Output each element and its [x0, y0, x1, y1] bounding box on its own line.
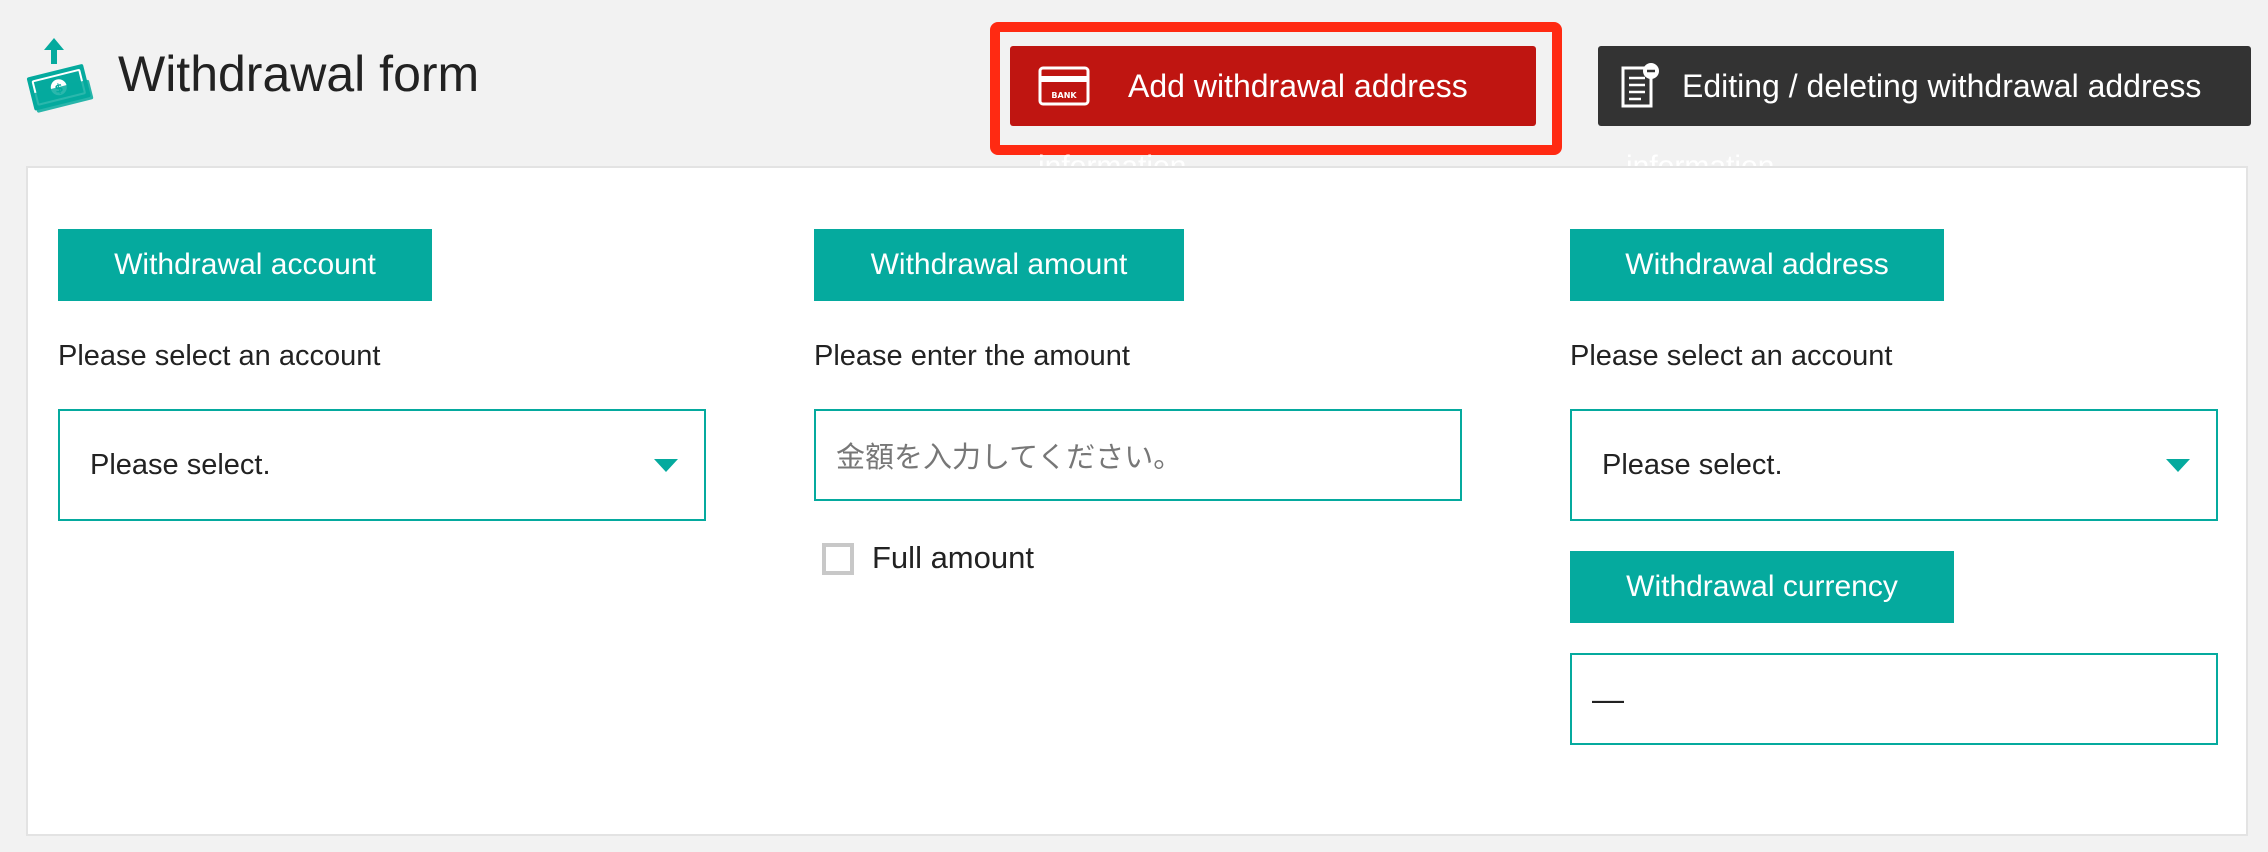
amount-placeholder: 金額を入力してください。	[836, 442, 1183, 474]
bank-card-icon: BANK	[1038, 66, 1090, 106]
amount-input[interactable]: 金額を入力してください。	[814, 409, 1462, 501]
currency-value: —	[1592, 680, 1624, 717]
chevron-down-icon	[654, 459, 678, 472]
address-select-value: Please select.	[1602, 448, 1783, 481]
chevron-down-icon	[2166, 459, 2190, 472]
money-withdraw-icon: $	[24, 38, 96, 114]
address-instruction: Please select an account	[1570, 340, 1893, 372]
withdrawal-address-select[interactable]: Please select.	[1570, 409, 2218, 521]
edit-withdrawal-address-button[interactable]: Editing / deleting withdrawal address	[1598, 46, 2251, 126]
full-amount-label: Full amount	[872, 540, 1034, 575]
currency-field[interactable]: —	[1570, 653, 2218, 745]
withdrawal-account-select[interactable]: Please select.	[58, 409, 706, 521]
amount-instruction: Please enter the amount	[814, 340, 1130, 372]
document-remove-icon	[1620, 62, 1660, 110]
add-withdrawal-address-label: Add withdrawal address	[1128, 67, 1468, 104]
svg-text:BANK: BANK	[1051, 91, 1077, 100]
withdrawal-account-heading: Withdrawal account	[58, 229, 432, 301]
account-select-value: Please select.	[90, 448, 271, 481]
add-withdrawal-address-button[interactable]: BANK Add withdrawal address	[1010, 46, 1536, 126]
withdrawal-form-panel: Withdrawal account Please select an acco…	[26, 166, 2248, 836]
withdrawal-amount-heading: Withdrawal amount	[814, 229, 1184, 301]
withdrawal-currency-heading: Withdrawal currency	[1570, 551, 1954, 623]
edit-withdrawal-address-label: Editing / deleting withdrawal address	[1682, 67, 2202, 104]
account-instruction: Please select an account	[58, 340, 381, 372]
full-amount-checkbox[interactable]	[822, 543, 854, 575]
page-title: Withdrawal form	[118, 46, 480, 102]
withdrawal-address-heading: Withdrawal address	[1570, 229, 1944, 301]
